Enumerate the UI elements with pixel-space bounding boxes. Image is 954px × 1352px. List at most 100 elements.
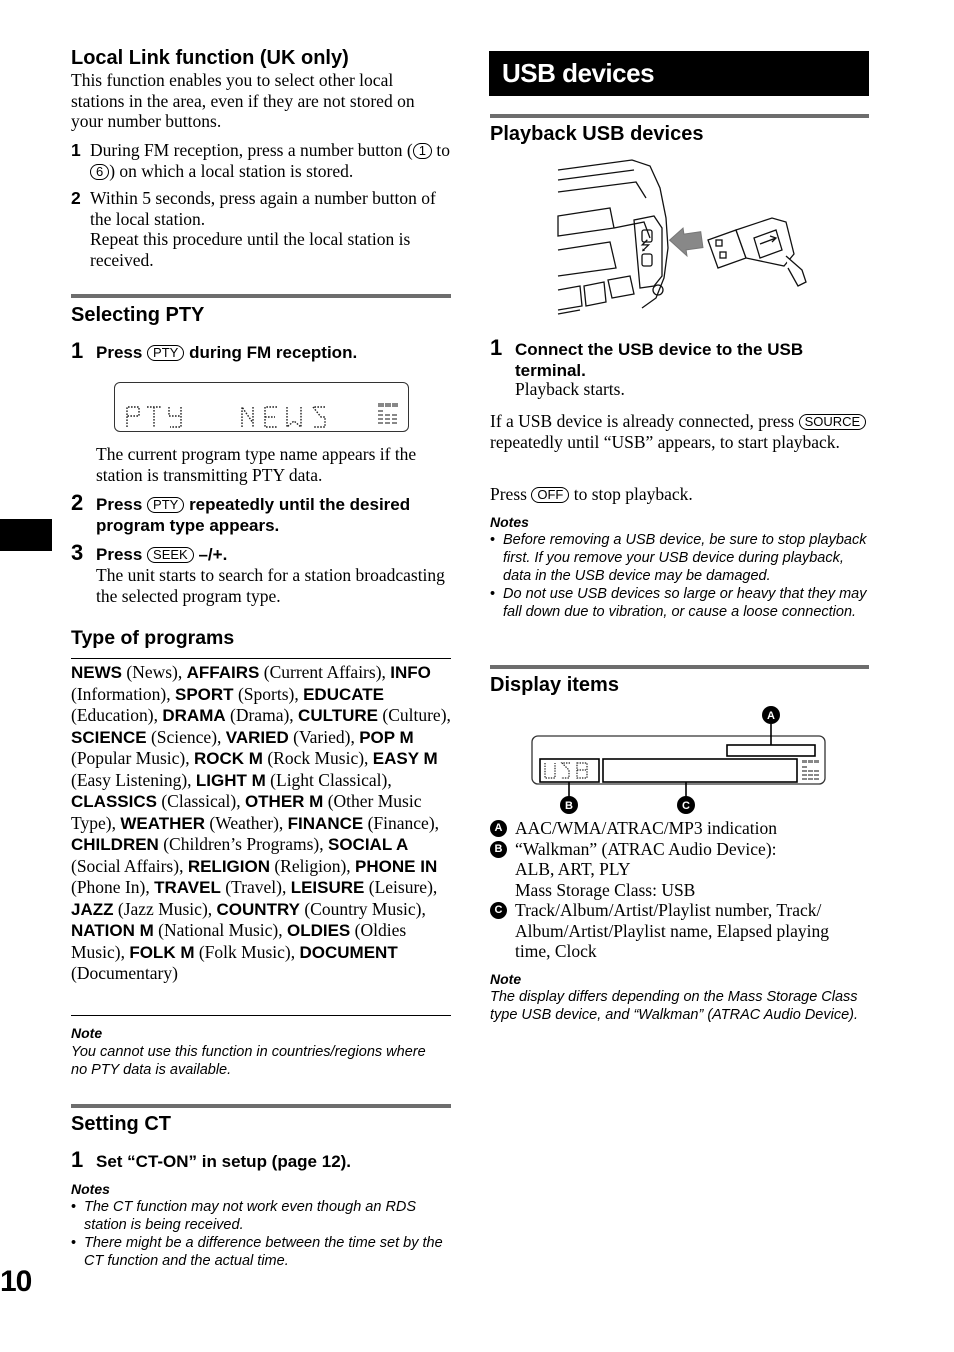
callout-b: B xyxy=(560,796,578,814)
usb-stick xyxy=(707,217,807,287)
seek-button: SEEK xyxy=(147,547,194,563)
program-code: PHONE IN xyxy=(355,856,438,876)
legend-line: Mass Storage Class: USB xyxy=(515,879,696,900)
program-code: EASY M xyxy=(372,749,438,768)
program-description: (Religion) xyxy=(274,855,347,876)
car-stereo-unit xyxy=(557,159,669,315)
pty-button: PTY xyxy=(147,345,185,361)
usb-symbol-icon: ⭍ xyxy=(640,239,651,254)
program-code: OTHER M xyxy=(244,792,324,811)
codec-indicator-area xyxy=(726,744,816,757)
program-types-list: NEWS (News), AFFAIRS (Current Affairs), … xyxy=(71,662,451,983)
program-description: (Light Classical) xyxy=(270,769,388,790)
lcd-char-t xyxy=(147,406,161,427)
legend-item-b: B “Walkman” (ATRAC Audio Device): ALB, ART… xyxy=(490,839,875,901)
program-code: JAZZ xyxy=(71,899,114,919)
program-code: POP M xyxy=(359,727,414,747)
off-paragraph: Press OFF to stop playback. xyxy=(490,484,869,505)
program-description: (Folk Music) xyxy=(198,941,291,962)
ct-notes-list: The CT function may not work even though… xyxy=(71,1198,453,1270)
legend-marker: C xyxy=(490,902,507,919)
usb-step-1-sub: Playback starts. xyxy=(515,379,625,399)
program-code: FOLK M xyxy=(129,942,195,962)
lcd-char-n xyxy=(241,404,254,427)
step-text: –/+. xyxy=(193,545,228,564)
program-code: DRAMA xyxy=(162,706,226,725)
legend-marker: A xyxy=(490,820,507,837)
program-description: (Education) xyxy=(71,705,154,725)
lcd-segments xyxy=(126,403,398,429)
usb-note-item: Before removing a USB device, be sure to… xyxy=(490,531,871,585)
program-code: LIGHT M xyxy=(195,770,266,790)
ct-notes-heading: Notes xyxy=(71,1181,110,1197)
pty-note-text: You cannot use this function in countrie… xyxy=(71,1044,426,1078)
legend-line: AAC/WMA/ATRAC/MP3 indication xyxy=(515,818,778,838)
program-description: (Children’s Programs) xyxy=(163,834,320,854)
lcd-char-y xyxy=(168,407,182,428)
program-code: SOCIAL A xyxy=(328,835,409,854)
display-note-text: The display differs depending on the Mas… xyxy=(490,989,859,1023)
callout-a-label: A xyxy=(767,710,775,722)
section-rule xyxy=(490,665,869,669)
legend-line: Track/Album/Artist/Playlist number, Trac… xyxy=(515,900,822,920)
pty-step-1: Press PTY during FM reception. xyxy=(96,342,357,363)
number-button-6: 6 xyxy=(90,163,110,180)
section-rule xyxy=(490,114,869,118)
local-link-step-2-sub: Repeat this procedure until the local st… xyxy=(90,229,411,270)
step-text: During FM reception, press a number butt… xyxy=(90,140,413,160)
lcd-usb-text xyxy=(544,762,588,779)
program-description: (Jazz Music) xyxy=(117,898,208,919)
insert-arrow-icon xyxy=(668,227,704,258)
section-rule xyxy=(71,1104,451,1108)
program-code: SPORT xyxy=(175,684,234,704)
ct-step-1-number: 1 xyxy=(71,1147,84,1172)
usb-note-item: Do not use USB devices so large or heavy… xyxy=(490,585,871,621)
program-code: CLASSICS xyxy=(71,792,157,811)
ct-note-item: The CT function may not work even though… xyxy=(71,1198,453,1234)
display-items-heading: Display items xyxy=(490,674,619,696)
program-code: NEWS xyxy=(71,663,122,682)
section-rule xyxy=(71,294,451,298)
program-description: (Social Affairs) xyxy=(71,855,180,876)
paragraph-text: to stop playback. xyxy=(569,484,693,504)
program-description: (Popular Music) xyxy=(71,748,186,768)
pty-step-1-number: 1 xyxy=(71,338,84,363)
eq3-indicator xyxy=(378,403,398,424)
program-code: COUNTRY xyxy=(216,899,300,919)
legend-line: time, Clock xyxy=(515,941,597,961)
usb-connection-illustration: ⭍ xyxy=(557,159,807,315)
section-tab-marker xyxy=(0,519,52,551)
legend-marker: B xyxy=(490,840,507,858)
legend-line: ALB, ART, PLY xyxy=(515,859,631,879)
local-link-step-1: During FM reception, press a number butt… xyxy=(90,140,455,181)
callout-c-label: C xyxy=(682,800,690,812)
lcd-char-e xyxy=(264,406,277,428)
program-description: (Drama) xyxy=(230,705,290,725)
program-code: TRAVEL xyxy=(154,878,221,897)
local-link-heading: Local Link function (UK only) xyxy=(71,47,349,69)
ct-step-1: Set “CT-ON” in setup (page 12). xyxy=(96,1152,352,1171)
program-code: OLDIES xyxy=(286,921,351,940)
usb-step-1: Connect the USB device to the USB termin… xyxy=(515,340,804,380)
usb-lcd-diagram: A B C xyxy=(531,706,826,814)
paragraph-text: repeatedly until “USB” appears, to start… xyxy=(490,431,840,452)
pty-button: PTY xyxy=(147,497,185,513)
source-button: SOURCE xyxy=(798,414,867,430)
pty-step-3-number: 3 xyxy=(71,540,84,565)
usb-notes-heading: Notes xyxy=(490,514,529,530)
note-rule xyxy=(71,1015,451,1016)
program-code: VARIED xyxy=(225,727,289,747)
program-description: (Weather) xyxy=(209,812,279,833)
program-code: NATION M xyxy=(71,921,154,940)
program-code: WEATHER xyxy=(120,813,206,833)
step-text: during FM reception. xyxy=(184,343,358,362)
usb-devices-banner: USB devices xyxy=(489,51,869,96)
callout-a: A xyxy=(762,706,780,724)
pty-step-2-number: 2 xyxy=(71,490,84,515)
lcd-char-p xyxy=(126,406,140,427)
program-description: (Varied) xyxy=(293,726,351,747)
program-description: (Easy Listening) xyxy=(71,769,188,790)
off-button: OFF xyxy=(531,487,570,503)
track-info-area xyxy=(602,758,798,783)
program-description: (Country Music) xyxy=(304,898,422,919)
